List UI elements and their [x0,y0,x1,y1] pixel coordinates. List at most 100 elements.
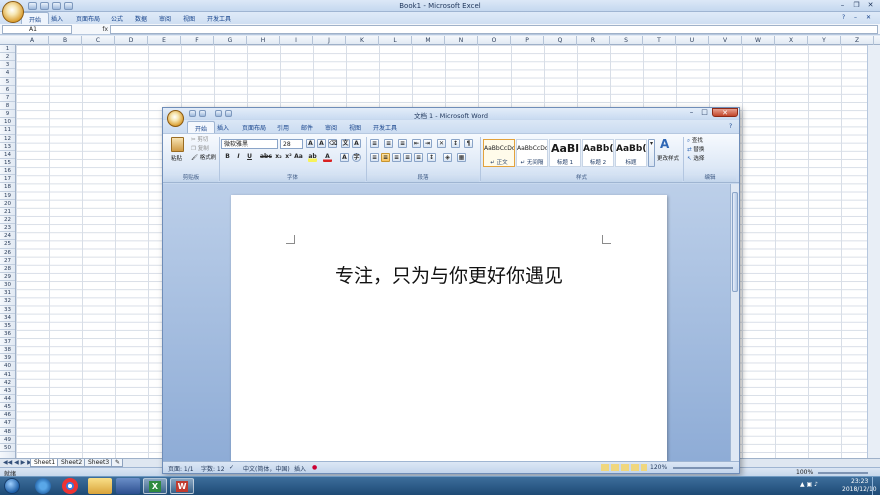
row-header[interactable]: 41 [0,371,15,379]
word-tab-view[interactable]: 视图 [349,123,361,132]
sort-icon[interactable]: ↕ [451,139,460,148]
row-header[interactable]: 6 [0,86,15,94]
format-painter-button[interactable]: 🖌 格式刷 [191,155,216,162]
row-header[interactable]: 7 [0,94,15,102]
page-count[interactable]: 页面: 1/1 [168,464,194,473]
show-marks-icon[interactable]: ¶ [464,139,473,148]
character-border-icon[interactable]: A [352,139,361,148]
word-minimize-button[interactable]: – [685,108,698,117]
decrease-indent-icon[interactable]: ⇤ [412,139,421,148]
row-header[interactable]: 46 [0,411,15,420]
shrink-font-icon[interactable]: A [317,139,326,148]
row-header[interactable]: 19 [0,192,15,200]
row-header[interactable]: 18 [0,183,15,192]
column-header[interactable]: H [247,36,280,45]
borders-icon[interactable]: ▦ [457,153,466,162]
column-header[interactable]: D [115,36,148,45]
excel-tab-page-layout[interactable]: 页面布局 [76,14,100,23]
column-header[interactable]: R [577,36,610,45]
sheet-tab-2[interactable]: Sheet2 [57,459,87,467]
start-button[interactable] [1,477,29,495]
word-tab-developer[interactable]: 开发工具 [373,123,397,132]
word-maximize-button[interactable]: □ [698,108,711,117]
row-header[interactable]: 33 [0,306,15,314]
excel-tab-insert[interactable]: 插入 [51,14,63,23]
row-header[interactable]: 25 [0,240,15,249]
column-header[interactable]: V [709,36,742,45]
column-header[interactable]: U [676,36,709,45]
column-header[interactable]: Z [841,36,874,45]
column-header[interactable]: Y [808,36,841,45]
document-body-text[interactable]: 专注，只为与你更好你遇见 [231,261,667,288]
highlight-icon[interactable]: ab [308,153,317,162]
column-header[interactable]: S [610,36,643,45]
shading-icon[interactable]: ◈ [443,153,452,162]
column-header[interactable]: W [742,36,775,45]
font-color-icon[interactable]: A [323,153,332,162]
word-tab-home[interactable]: 开始 [187,121,216,133]
help-icon[interactable]: ? [842,14,845,21]
media-player-icon[interactable] [116,478,140,494]
row-header[interactable]: 27 [0,257,15,265]
excel-vertical-scrollbar[interactable] [867,45,880,458]
row-header[interactable]: 49 [0,436,15,444]
row-header[interactable]: 47 [0,419,15,428]
font-size-field[interactable]: 28 [280,139,303,149]
row-header[interactable]: 28 [0,265,15,273]
word-close-button[interactable]: ✕ [712,108,738,117]
word-zoom-level[interactable]: 120% [650,464,667,471]
character-shading-icon[interactable]: A [340,153,349,162]
paste-icon[interactable] [171,137,184,152]
excel-tab-formulas[interactable]: 公式 [111,14,123,23]
clock-time[interactable]: 23:23 [851,478,868,485]
excel-restore-button[interactable]: ❐ [850,1,863,10]
row-header[interactable]: 5 [0,78,15,86]
enclose-characters-icon[interactable]: 字 [352,153,361,162]
row-header[interactable]: 15 [0,159,15,168]
name-box[interactable]: A1 [2,25,72,34]
cut-button[interactable]: ✂ 剪切 [191,137,208,144]
column-header[interactable]: O [478,36,511,45]
word-tab-page-layout[interactable]: 页面布局 [242,123,266,132]
word-office-button[interactable] [167,110,184,127]
column-header[interactable]: T [643,36,676,45]
row-header[interactable]: 42 [0,379,15,387]
align-center-icon[interactable]: ≡ [381,153,390,162]
word-tab-review[interactable]: 审阅 [325,123,337,132]
copy-button[interactable]: ❐ 复制 [191,146,209,153]
row-header[interactable]: 23 [0,224,15,233]
chinese-layout-icon[interactable]: ✕ [437,139,446,148]
sheet-tab-3[interactable]: Sheet3 [84,459,114,467]
grow-font-icon[interactable]: A [306,139,315,148]
chrome-icon[interactable] [62,478,78,494]
row-header[interactable]: 13 [0,143,15,151]
column-header[interactable]: N [445,36,478,45]
word-count[interactable]: 字数: 12 [201,464,225,473]
style-no-spacing[interactable]: AaBbCcDd ↵ 无间隔 [516,139,548,167]
align-right-icon[interactable]: ≡ [392,153,401,162]
replace-button[interactable]: ⇄ 替换 [687,147,704,154]
row-header[interactable]: 11 [0,126,15,135]
sheet-tab-1[interactable]: Sheet1 [30,459,60,467]
clear-format-icon[interactable]: ⌫ [328,139,337,148]
row-header[interactable]: 14 [0,151,15,159]
row-header[interactable]: 9 [0,110,15,119]
word-help-icon[interactable]: ? [729,123,732,130]
formula-input[interactable] [110,25,878,34]
column-header[interactable]: Q [544,36,577,45]
row-header[interactable]: 44 [0,395,15,404]
row-header[interactable]: 50 [0,444,15,453]
row-header[interactable]: 34 [0,314,15,322]
column-header[interactable]: J [313,36,346,45]
bold-icon[interactable]: B [223,153,232,162]
word-taskbar-button[interactable]: W [170,478,194,494]
row-header[interactable]: 20 [0,200,15,208]
view-buttons[interactable] [601,464,647,471]
row-header[interactable]: 35 [0,322,15,330]
subscript-icon[interactable]: x₂ [274,153,283,162]
justify-icon[interactable]: ≡ [403,153,412,162]
row-header[interactable]: 43 [0,387,15,396]
excel-close-button[interactable]: ✕ [864,1,877,10]
word-tab-references[interactable]: 引用 [277,123,289,132]
insert-sheet-icon[interactable]: ✎ [111,459,123,467]
